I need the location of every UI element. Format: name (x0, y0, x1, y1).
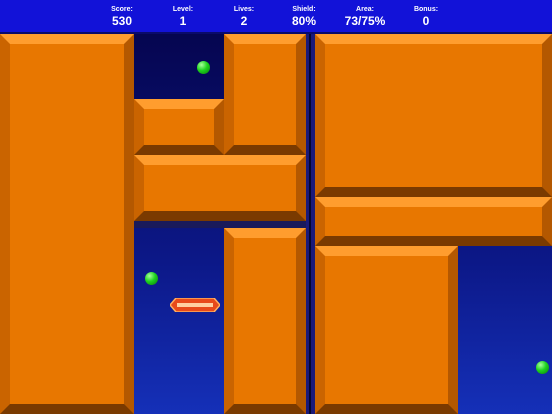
level-label: Level: (172, 6, 194, 13)
bonus-stat: Bonus: 0 (396, 6, 456, 28)
area-label: Area: (356, 6, 374, 13)
captured-block (224, 34, 306, 155)
shield-value: 80% (291, 14, 317, 28)
bonus-label: Bonus: (413, 6, 439, 13)
level-value: 1 (179, 14, 187, 28)
lives-value: 2 (240, 14, 248, 28)
lives-stat: Lives: 2 (214, 6, 274, 28)
captured-block (224, 228, 306, 414)
captured-block (315, 34, 552, 197)
bonus-value: 0 (422, 14, 430, 28)
green-ball (197, 61, 210, 74)
shield-stat: Shield: 80% (274, 6, 334, 28)
captured-block (315, 246, 458, 414)
area-value: 73/75% (344, 14, 386, 28)
captured-block (0, 34, 134, 414)
game-screen: Score: 530 Level: 1 Lives: 2 Shield: 80%… (0, 0, 552, 414)
wall-divider (309, 34, 311, 414)
lives-label: Lives: (233, 6, 255, 13)
shield-label: Shield: (292, 6, 316, 13)
green-ball (536, 361, 549, 374)
area-stat: Area: 73/75% (335, 6, 395, 28)
captured-block (134, 99, 224, 155)
captured-block (315, 197, 552, 246)
paddle[interactable] (170, 298, 220, 312)
score-label: Score: (111, 6, 133, 13)
score-stat: Score: 530 (92, 6, 152, 28)
captured-block (134, 155, 306, 221)
level-stat: Level: 1 (153, 6, 213, 28)
score-value: 530 (111, 14, 133, 28)
wall-divider (134, 221, 306, 228)
green-ball (145, 272, 158, 285)
hud-bar: Score: 530 Level: 1 Lives: 2 Shield: 80%… (0, 0, 552, 32)
